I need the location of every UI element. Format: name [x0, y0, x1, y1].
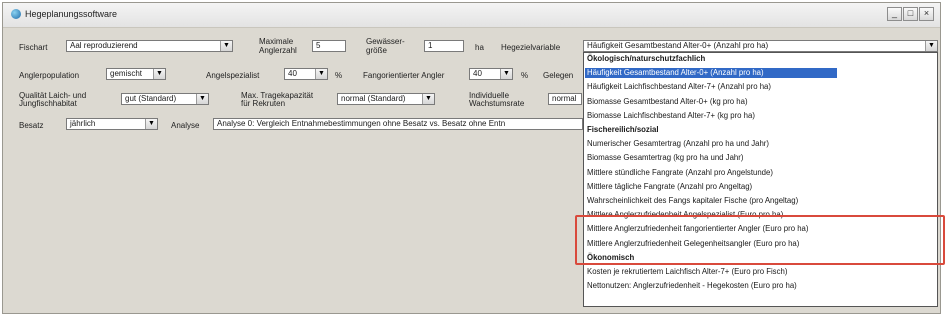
angelspezialist-select[interactable]: 40 ▼: [284, 68, 328, 80]
chevron-down-icon[interactable]: ▼: [315, 69, 327, 79]
tragekapazitaet-value: normal (Standard): [341, 94, 406, 103]
dropdown-option[interactable]: Biomasse Gesamtertrag (kg pro ha und Jah…: [587, 153, 743, 163]
gelegenheit-label: Gelegen: [543, 71, 574, 80]
qualitaet-value: gut (Standard): [125, 94, 177, 103]
dropdown-option[interactable]: Häufigkeit Gesamtbestand Alter-0+ (Anzah…: [585, 68, 837, 79]
tragekapazitaet-label-2: für Rekruten: [241, 99, 286, 108]
window-title: Hegeplanungssoftware: [25, 9, 118, 19]
dropdown-option[interactable]: Häufigkeit Laichfischbestand Alter-7+ (A…: [587, 82, 771, 92]
max-angler-label-1: Maximale: [259, 37, 294, 46]
dropdown-group-header: Fischereilich/sozial: [587, 125, 659, 134]
besatz-label: Besatz: [19, 121, 44, 130]
fischart-select[interactable]: Aal reproduzierend ▼: [66, 40, 233, 52]
anglerpopulation-select[interactable]: gemischt ▼: [106, 68, 166, 80]
qualitaet-select[interactable]: gut (Standard) ▼: [121, 93, 209, 105]
gewaesser-unit: ha: [475, 43, 484, 52]
zielvariable-value: Häufigkeit Gesamtbestand Alter-0+ (Anzah…: [587, 41, 769, 50]
angelspezialist-unit: %: [335, 71, 343, 80]
chevron-down-icon[interactable]: ▼: [220, 41, 232, 51]
angelspezialist-label: Angelspezialist: [206, 71, 260, 80]
dropdown-option[interactable]: Biomasse Gesamtbestand Alter-0+ (kg pro …: [587, 97, 748, 107]
chevron-down-icon[interactable]: ▼: [422, 94, 434, 104]
fangorientiert-unit: %: [521, 71, 529, 80]
chevron-down-icon[interactable]: ▼: [500, 69, 512, 79]
analyse-select[interactable]: Analyse 0: Vergleich Entnahmebestimmunge…: [213, 118, 583, 130]
highlight-box: [575, 215, 945, 265]
close-button[interactable]: ×: [919, 7, 934, 21]
minimize-button[interactable]: _: [887, 7, 902, 21]
gewaesser-label-1: Gewässer-: [366, 37, 405, 46]
tragekapazitaet-select[interactable]: normal (Standard) ▼: [337, 93, 435, 105]
fangorientiert-select[interactable]: 40 ▼: [469, 68, 513, 80]
qualitaet-label-2: Jungfischhabitat: [19, 99, 77, 108]
app-window: Hegeplanungssoftware _ □ × Fischart Aal …: [2, 2, 945, 314]
dropdown-option[interactable]: Nettonutzen: Anglerzufriedenheit - Hegek…: [587, 281, 797, 291]
wachstum-select[interactable]: normal: [548, 93, 582, 105]
title-bar: Hegeplanungssoftware _ □ ×: [3, 3, 940, 28]
fangorientiert-value: 40: [473, 69, 482, 78]
besatz-value: jährlich: [70, 119, 96, 128]
dropdown-option[interactable]: Wahrscheinlichkeit des Fangs kapitaler F…: [587, 196, 798, 206]
window-controls: _ □ ×: [887, 7, 934, 21]
angelspezialist-value: 40: [288, 69, 297, 78]
maximize-button[interactable]: □: [903, 7, 918, 21]
zielvariable-label: Hegezielvariable: [501, 43, 561, 52]
fischart-value: Aal reproduzierend: [70, 41, 138, 50]
chevron-down-icon[interactable]: ▼: [145, 119, 157, 129]
max-angler-input[interactable]: 5: [312, 40, 346, 52]
gewaesser-input[interactable]: 1: [424, 40, 464, 52]
dropdown-option[interactable]: Mittlere tägliche Fangrate (Anzahl pro A…: [587, 182, 752, 192]
zielvariable-select[interactable]: Häufigkeit Gesamtbestand Alter-0+ (Anzah…: [583, 40, 938, 52]
dropdown-option[interactable]: Mittlere stündliche Fangrate (Anzahl pro…: [587, 168, 773, 178]
max-angler-label-2: Anglerzahl: [259, 46, 297, 55]
anglerpopulation-value: gemischt: [110, 69, 143, 78]
besatz-select[interactable]: jährlich ▼: [66, 118, 158, 130]
fischart-label: Fischart: [19, 43, 48, 52]
dropdown-group-header: Ökologisch/naturschutzfachlich: [587, 54, 706, 63]
analyse-label: Analyse: [171, 121, 200, 130]
fangorientiert-label: Fangorientierter Angler: [363, 71, 445, 80]
dropdown-option[interactable]: Biomasse Laichfischbestand Alter-7+ (kg …: [587, 111, 755, 121]
dropdown-option[interactable]: Kosten je rekrutiertem Laichfisch Alter-…: [587, 267, 787, 277]
anglerpopulation-label: Anglerpopulation: [19, 71, 80, 80]
chevron-down-icon[interactable]: ▼: [153, 69, 165, 79]
wachstum-label-2: Wachstumsrate: [469, 99, 525, 108]
fish-app-icon: [11, 9, 21, 19]
chevron-down-icon[interactable]: ▼: [196, 94, 208, 104]
gewaesser-label-2: größe: [366, 46, 387, 55]
dropdown-option[interactable]: Numerischer Gesamtertrag (Anzahl pro ha …: [587, 139, 769, 149]
chevron-down-icon[interactable]: ▼: [925, 41, 937, 51]
zielvariable-dropdown-list: Ökologisch/naturschutzfachlich Häufigkeit…: [583, 52, 938, 307]
